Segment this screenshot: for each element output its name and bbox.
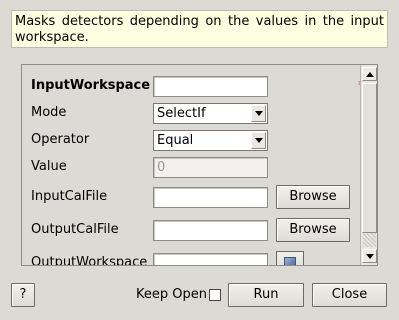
operator-selected-value: Equal	[157, 133, 194, 148]
input-cal-file-field[interactable]	[153, 187, 268, 208]
output-cal-file-browse-button[interactable]: Browse	[276, 218, 350, 242]
value-label: Value	[31, 159, 67, 174]
arrow-up-icon[interactable]	[362, 67, 377, 81]
mode-label: Mode	[31, 105, 67, 120]
output-workspace-field[interactable]	[153, 253, 268, 265]
scrollbar-track[interactable]	[363, 233, 376, 247]
properties-panel: InputWorkspace * Mode SelectIf Operator …	[21, 64, 378, 266]
run-button[interactable]: Run	[228, 283, 304, 307]
input-workspace-field[interactable]	[153, 76, 268, 97]
mode-selected-value: SelectIf	[157, 106, 206, 121]
help-button[interactable]: ?	[11, 283, 35, 307]
algorithm-description: Masks detectors depending on the values …	[11, 10, 388, 48]
input-cal-file-label: InputCalFile	[31, 189, 108, 204]
arrow-down-icon[interactable]	[362, 249, 377, 263]
keep-open-label: Keep Open	[136, 287, 207, 302]
output-cal-file-field[interactable]	[153, 220, 268, 241]
chevron-down-icon[interactable]	[251, 132, 266, 149]
chevron-down-icon[interactable]	[251, 105, 266, 122]
mode-select[interactable]: SelectIf	[153, 103, 268, 124]
output-workspace-label: OutputWorkspace	[31, 255, 148, 266]
workspace-icon	[284, 257, 296, 265]
input-workspace-label: InputWorkspace	[31, 78, 151, 93]
input-cal-file-browse-button[interactable]: Browse	[276, 185, 350, 209]
operator-label: Operator	[31, 132, 90, 147]
keep-open-checkbox[interactable]	[209, 289, 221, 301]
operator-select[interactable]: Equal	[153, 130, 268, 151]
close-button[interactable]: Close	[312, 283, 387, 307]
vertical-scrollbar[interactable]	[360, 65, 377, 265]
scrollbar-thumb[interactable]	[362, 83, 377, 233]
output-cal-file-label: OutputCalFile	[31, 222, 119, 237]
value-field[interactable]: 0	[153, 157, 268, 178]
workspace-picker-button[interactable]	[276, 251, 304, 265]
